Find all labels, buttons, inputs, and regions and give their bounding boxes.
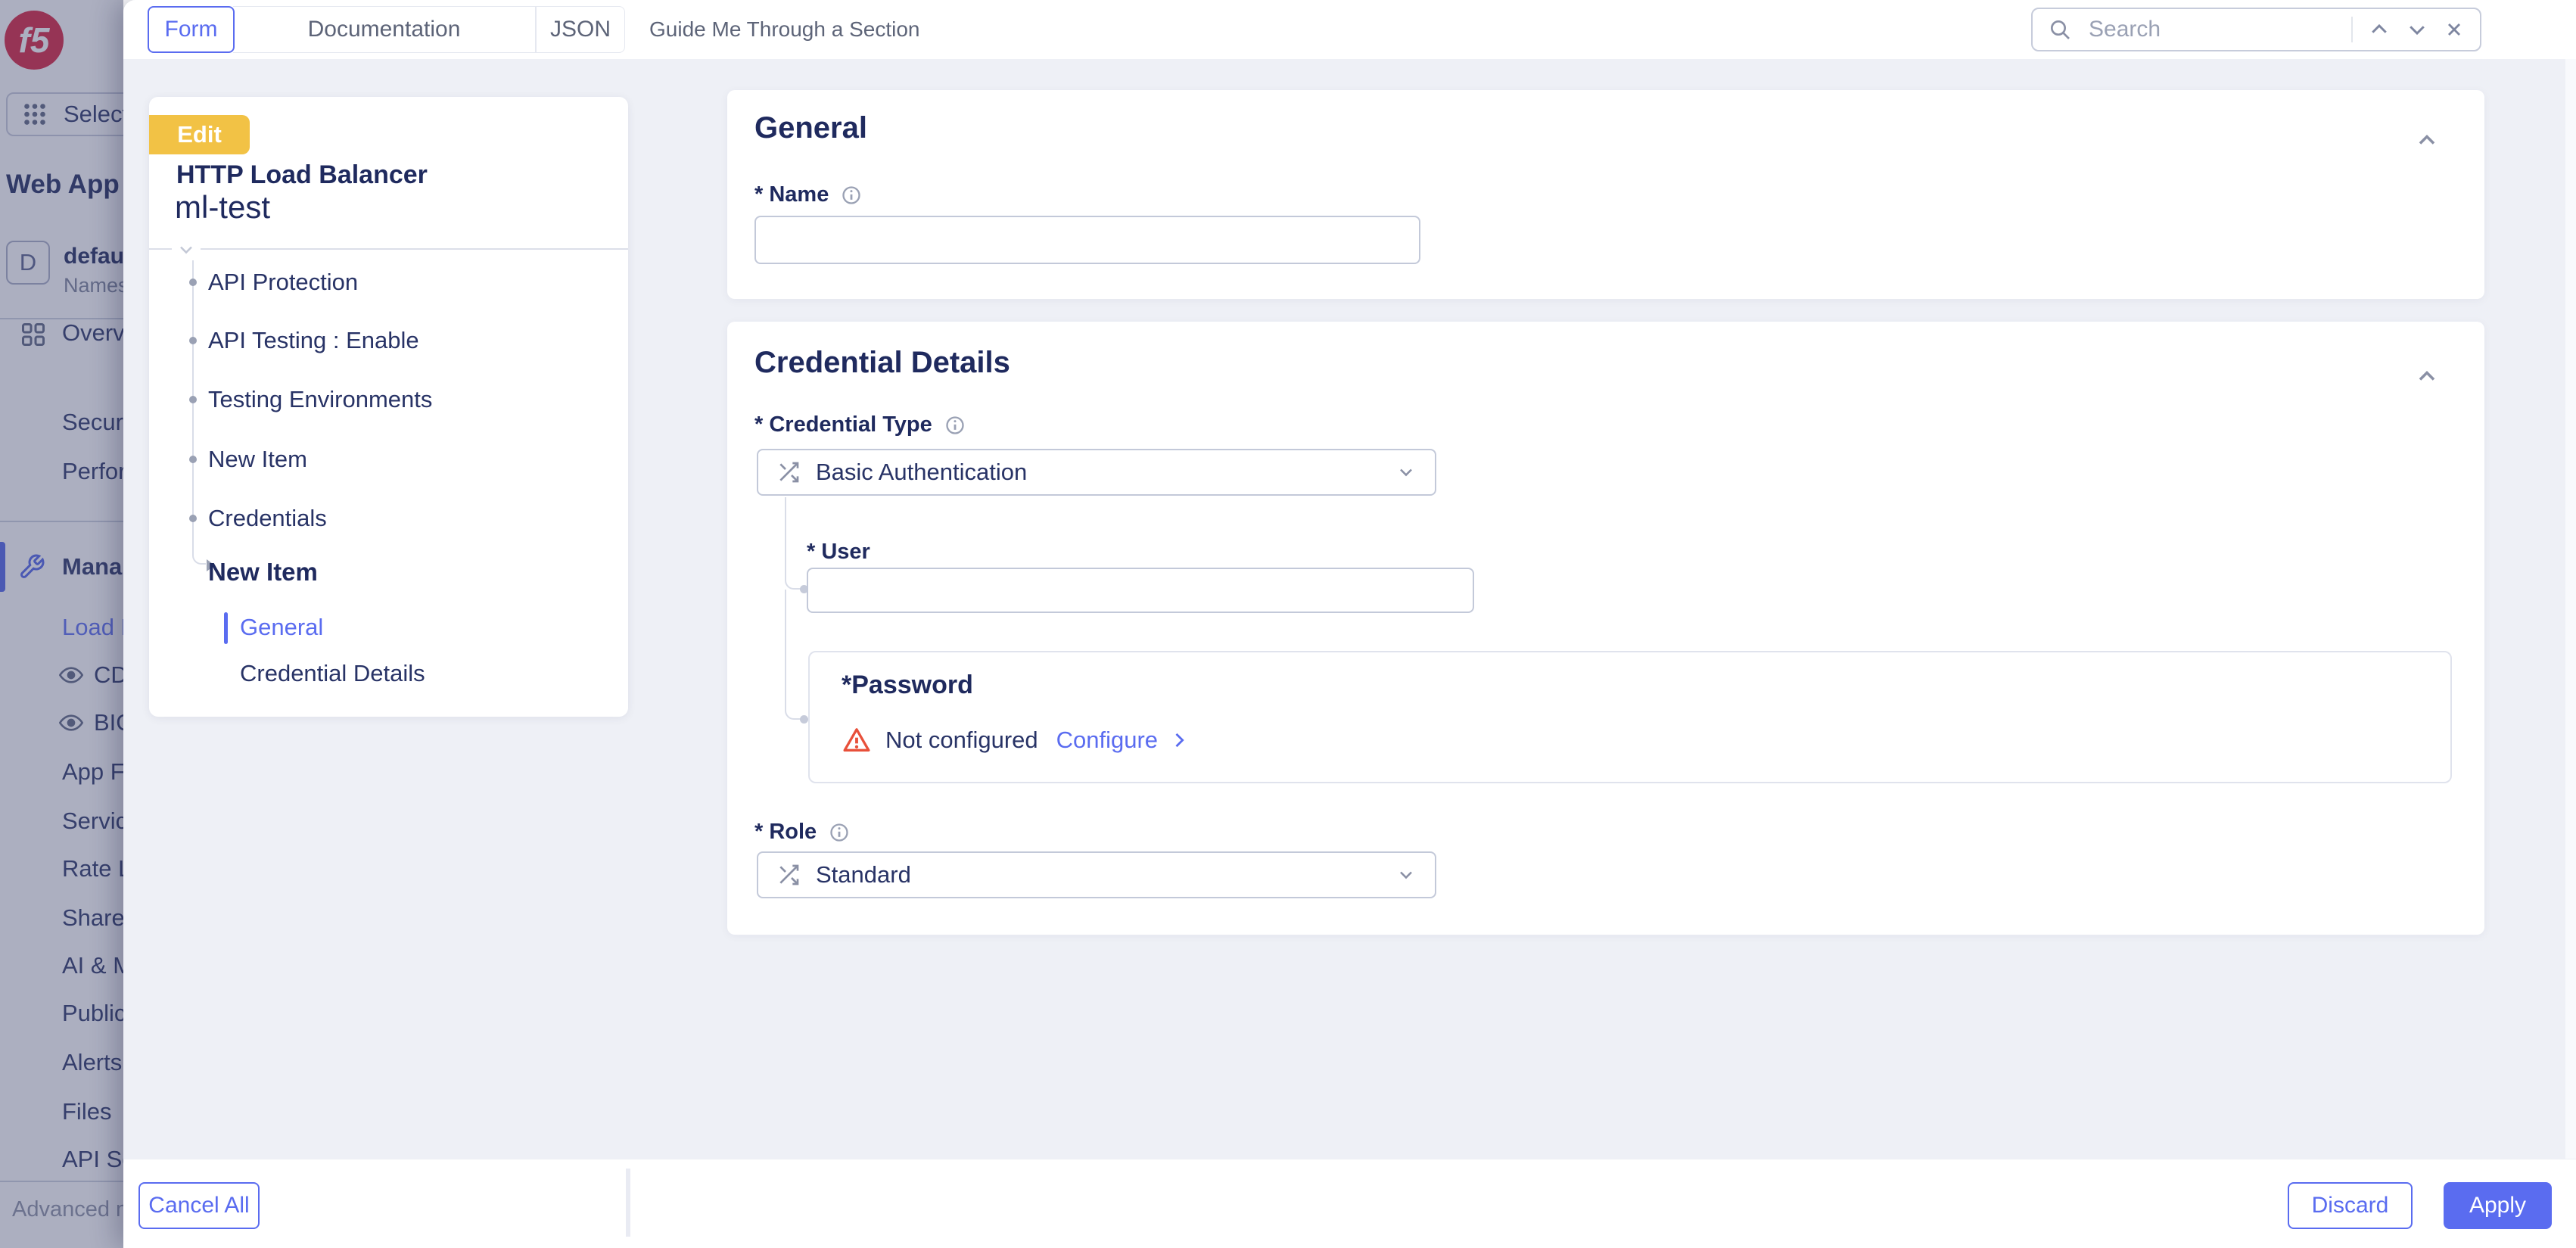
info-icon[interactable] xyxy=(944,415,966,436)
configure-link-text: Configure xyxy=(1056,727,1158,754)
form-nav-panel: Edit HTTP Load Balancer ml-test API Prot… xyxy=(149,97,628,717)
section-title: General xyxy=(754,111,867,145)
password-label: *Password xyxy=(842,671,973,700)
tree-bullet xyxy=(189,515,197,522)
field-label-text: * Role xyxy=(754,820,817,845)
search-next-icon[interactable] xyxy=(2406,18,2428,41)
cancel-all-button[interactable]: Cancel All xyxy=(138,1182,260,1229)
general-section: General * Name xyxy=(727,90,2484,299)
role-select[interactable]: Standard xyxy=(757,851,1436,898)
search-close-icon[interactable] xyxy=(2444,19,2465,40)
tree-item-api-protection[interactable]: API Protection xyxy=(208,266,358,299)
tab-documentation[interactable]: Documentation xyxy=(233,6,536,53)
scrollbar-track[interactable] xyxy=(2565,59,2576,1159)
name-input[interactable] xyxy=(754,216,1420,264)
info-icon[interactable] xyxy=(829,822,850,843)
chevron-down-icon[interactable] xyxy=(172,239,201,260)
search-divider xyxy=(2351,17,2353,42)
object-type-title: HTTP Load Balancer xyxy=(176,160,428,190)
editor-modal: Form Documentation JSON Guide Me Through… xyxy=(123,0,2576,1248)
collapse-section-button[interactable] xyxy=(2412,361,2442,391)
tab-json[interactable]: JSON xyxy=(536,6,625,53)
user-field-label: * User xyxy=(807,540,870,565)
chevron-down-icon xyxy=(1395,864,1417,885)
info-icon[interactable] xyxy=(841,185,862,206)
credential-type-label: * Credential Type xyxy=(754,412,966,437)
discard-button[interactable]: Discard xyxy=(2288,1182,2413,1229)
field-label-text: * Credential Type xyxy=(754,412,932,437)
form-search xyxy=(2031,8,2481,51)
footer-divider xyxy=(626,1169,630,1237)
credential-type-select[interactable]: Basic Authentication xyxy=(757,449,1436,496)
modal-content: Edit HTTP Load Balancer ml-test API Prot… xyxy=(123,59,2576,1159)
role-field-label: * Role xyxy=(754,820,850,845)
search-icon xyxy=(2048,17,2072,42)
modal-footer: Cancel All Discard Apply xyxy=(123,1159,2576,1248)
tree-bullet xyxy=(189,456,197,463)
chevron-up-icon xyxy=(2413,126,2441,154)
name-field-label: * Name xyxy=(754,182,862,207)
warning-triangle-icon xyxy=(842,725,872,755)
apply-button[interactable]: Apply xyxy=(2444,1182,2552,1229)
search-prev-icon[interactable] xyxy=(2368,18,2391,41)
tree-item-api-testing[interactable]: API Testing : Enable xyxy=(208,324,419,357)
section-title: Credential Details xyxy=(754,346,1010,380)
chevron-up-icon xyxy=(2413,363,2441,390)
shuffle-icon xyxy=(776,460,801,484)
tree-item-credential-details[interactable]: Credential Details xyxy=(240,657,425,690)
tree-item-credentials[interactable]: Credentials xyxy=(208,502,327,535)
field-connector-line xyxy=(785,590,803,720)
collapse-section-button[interactable] xyxy=(2412,125,2442,155)
search-input[interactable] xyxy=(2087,16,2336,43)
chevron-down-icon xyxy=(1395,462,1417,483)
connector-dot xyxy=(800,715,808,724)
chevron-right-icon xyxy=(1168,730,1190,751)
view-tabs: Form Documentation JSON xyxy=(148,6,625,53)
configure-password-link[interactable]: Configure xyxy=(1056,727,1190,754)
field-label-text: * Name xyxy=(754,182,829,207)
password-status-row: Not configured Configure xyxy=(842,725,1190,755)
tree-bullet xyxy=(189,279,197,286)
tree-item-new-item-expanded[interactable]: New Item xyxy=(208,556,318,589)
modal-backdrop xyxy=(0,0,123,1248)
credential-details-section: Credential Details * Credential Type Bas… xyxy=(727,322,2484,935)
field-label-text: * User xyxy=(807,540,870,565)
object-name: ml-test xyxy=(175,189,270,226)
password-status-text: Not configured xyxy=(885,727,1038,754)
tree-item-testing-environments[interactable]: Testing Environments xyxy=(208,383,432,416)
password-subsection: *Password Not configured Configure xyxy=(808,651,2452,783)
tree-bullet xyxy=(189,337,197,344)
edit-badge: Edit xyxy=(149,115,250,154)
screen: f5 Select Web App D defaul Names Overv S… xyxy=(0,0,2576,1248)
field-connector-line xyxy=(785,497,803,590)
tree-bullet xyxy=(189,396,197,403)
role-value: Standard xyxy=(816,861,911,889)
credential-type-value: Basic Authentication xyxy=(816,459,1027,486)
tab-form[interactable]: Form xyxy=(148,6,235,53)
user-input[interactable] xyxy=(807,568,1474,613)
tree-item-new-item[interactable]: New Item xyxy=(208,443,307,476)
shuffle-icon xyxy=(776,863,801,887)
modal-topbar: Form Documentation JSON Guide Me Through… xyxy=(123,0,2576,59)
tree-divider xyxy=(149,248,628,250)
guide-me-link[interactable]: Guide Me Through a Section xyxy=(649,0,919,59)
tree-item-general[interactable]: General xyxy=(240,611,323,644)
tree-active-indicator xyxy=(224,612,228,644)
